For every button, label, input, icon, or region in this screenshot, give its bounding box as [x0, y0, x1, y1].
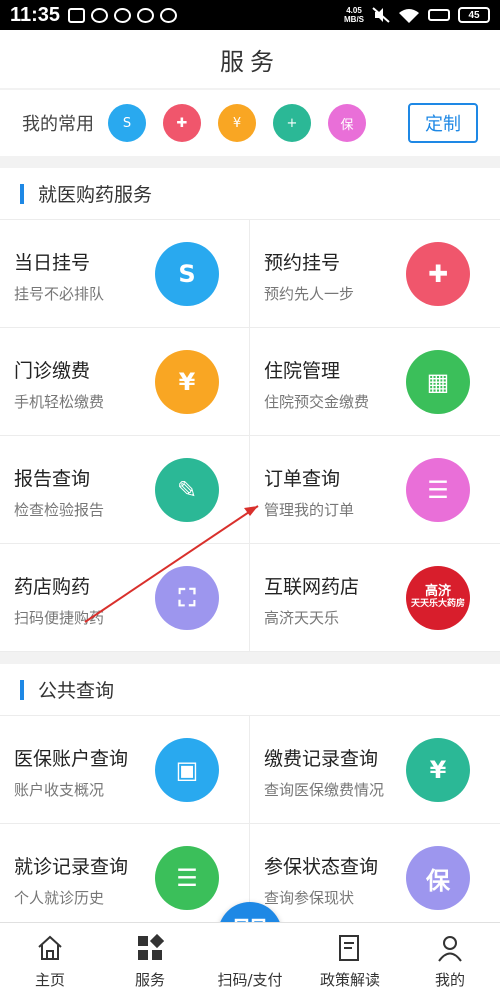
service-tile[interactable]: 订单查询 管理我的订单 ☰: [250, 436, 500, 544]
tab-home[interactable]: 主页: [0, 923, 100, 1000]
tab-label: 扫码/支付: [217, 971, 283, 989]
service-tile[interactable]: 缴费记录查询 查询医保缴费情况 ¥: [250, 716, 500, 824]
payment-icon[interactable]: ¥: [218, 104, 256, 142]
id-card-icon-glyph: ▣: [175, 756, 199, 784]
favorites-bar: 我的常用 S ✚ ¥ + 保 定制: [0, 90, 500, 156]
scan-icon-glyph: ⛶: [178, 584, 196, 612]
battery-indicator: 45: [458, 7, 490, 23]
customize-button[interactable]: 定制: [408, 103, 478, 143]
same-day-registration-icon: S: [155, 242, 219, 306]
service-tile[interactable]: 住院管理 住院预交金缴费 ▦: [250, 328, 500, 436]
hospital-building-icon: ▦: [406, 350, 470, 414]
medical-cross-icon[interactable]: ✚: [163, 104, 201, 142]
report-icon-glyph: +: [286, 115, 298, 131]
public-query-grid: 医保账户查询 账户收支概况 ▣ 缴费记录查询 查询医保缴费情况 ¥ 就诊记录查询 个人就诊历史…: [0, 716, 500, 932]
section-accent-bar: [20, 183, 24, 204]
home-icon: [35, 933, 65, 963]
profile-icon: [435, 933, 465, 963]
insurance-icon-glyph: 保: [340, 117, 354, 133]
cloud-icon: [91, 7, 109, 23]
page-header: 服务: [0, 30, 500, 88]
network-speed: 4.05 MB/S: [344, 6, 364, 24]
report-query-icon-glyph: ✎: [176, 476, 198, 504]
payment-icon-glyph: ¥: [232, 115, 242, 131]
section-title: 公共查询: [38, 680, 115, 702]
service-tile[interactable]: 报告查询 检查检验报告 ✎: [0, 436, 250, 544]
registration-icon[interactable]: S: [108, 104, 146, 142]
tab-qr-code[interactable]: 扫码/支付: [200, 923, 300, 1000]
tab-policy[interactable]: 政策解读: [300, 923, 400, 1000]
sim-icon: [428, 9, 450, 21]
bottom-tab-bar: 主页 服务 扫码/支付 政策解读 我的: [0, 922, 500, 1000]
chat-icon: [114, 7, 132, 23]
network-speed-unit: MB/S: [344, 15, 364, 24]
insurance-icon[interactable]: 保: [328, 104, 366, 142]
medical-cross-icon-glyph: ✚: [176, 115, 188, 131]
service-tile[interactable]: 医保账户查询 账户收支概况 ▣: [0, 716, 250, 824]
insurance-status-icon: 保: [406, 846, 470, 910]
report-icon[interactable]: +: [273, 104, 311, 142]
service-tile[interactable]: 就诊记录查询 个人就诊历史 ☰: [0, 824, 250, 932]
service-tile[interactable]: 药店购药 扫码便捷购药 ⛶: [0, 544, 250, 652]
service-tile[interactable]: 预约挂号 预约先人一步 ✚: [250, 220, 500, 328]
clipboard-icon: ☰: [406, 458, 470, 522]
same-day-registration-icon-glyph: S: [178, 260, 196, 288]
tab-services[interactable]: 服务: [100, 923, 200, 1000]
mail-icon: [68, 7, 86, 23]
payment-record-icon: ¥: [406, 738, 470, 802]
section-header-medical: 就医购药服务: [0, 168, 500, 220]
services-icon: [135, 933, 165, 963]
favorites-icons: S ✚ ¥ + 保: [108, 104, 366, 142]
check-icon: [160, 7, 178, 23]
insurance-status-icon-glyph: 保: [426, 866, 450, 895]
id-card-icon: ▣: [155, 738, 219, 802]
payment-record-icon-glyph: ¥: [429, 756, 447, 784]
appointment-icon: ✚: [406, 242, 470, 306]
scan-icon: ⛶: [155, 566, 219, 630]
policy-icon: [335, 933, 365, 963]
status-time: 11:35: [10, 3, 61, 26]
outpatient-payment-icon-glyph: ¥: [178, 368, 196, 396]
appointment-icon-glyph: ✚: [427, 260, 449, 288]
tab-label: 服务: [134, 971, 165, 989]
service-tile[interactable]: 互联网药店 高济天天乐 高济 天天乐大药房: [250, 544, 500, 652]
report-query-icon: ✎: [155, 458, 219, 522]
notification-icons: [68, 7, 178, 23]
visit-record-icon-glyph: ☰: [176, 864, 198, 892]
medical-services-grid: 当日挂号 挂号不必排队 S 预约挂号 预约先人一步 ✚ 门诊缴费 手机轻松缴费 ¥ 住院管理 住院预…: [0, 220, 500, 652]
section-header-public: 公共查询: [0, 664, 500, 716]
visit-record-icon: ☰: [155, 846, 219, 910]
qr-code-icon: [235, 933, 265, 963]
status-bar: 11:35 4.05 MB/S 45: [0, 0, 500, 30]
registration-icon-glyph: S: [122, 115, 132, 131]
outpatient-payment-icon: ¥: [155, 350, 219, 414]
tab-profile[interactable]: 我的: [400, 923, 500, 1000]
clipboard-icon-glyph: ☰: [427, 476, 449, 504]
pharmacy-logo-bottom: 天天乐大药房: [410, 599, 465, 609]
hospital-building-icon-glyph: ▦: [426, 368, 450, 396]
service-tile[interactable]: 参保状态查询 查询参保现状保: [250, 824, 500, 932]
wifi-icon: [399, 9, 419, 23]
service-tile[interactable]: 门诊缴费 手机轻松缴费 ¥: [0, 328, 250, 436]
pharmacy-logo-top: 高济: [424, 584, 451, 599]
mute-icon: [372, 7, 390, 23]
check-icon: [137, 7, 155, 23]
page-title: 服务: [220, 47, 280, 76]
pharmacy-logo: 高济 天天乐大药房: [406, 566, 470, 630]
section-accent-bar: [20, 679, 24, 700]
tab-label: 政策解读: [319, 971, 380, 989]
network-speed-value: 4.05: [346, 6, 362, 15]
service-tile[interactable]: 当日挂号 挂号不必排队 S: [0, 220, 250, 328]
section-title: 就医购药服务: [38, 184, 153, 206]
favorites-label: 我的常用: [22, 114, 94, 135]
tab-label: 主页: [34, 971, 65, 989]
tab-label: 我的: [434, 971, 465, 989]
